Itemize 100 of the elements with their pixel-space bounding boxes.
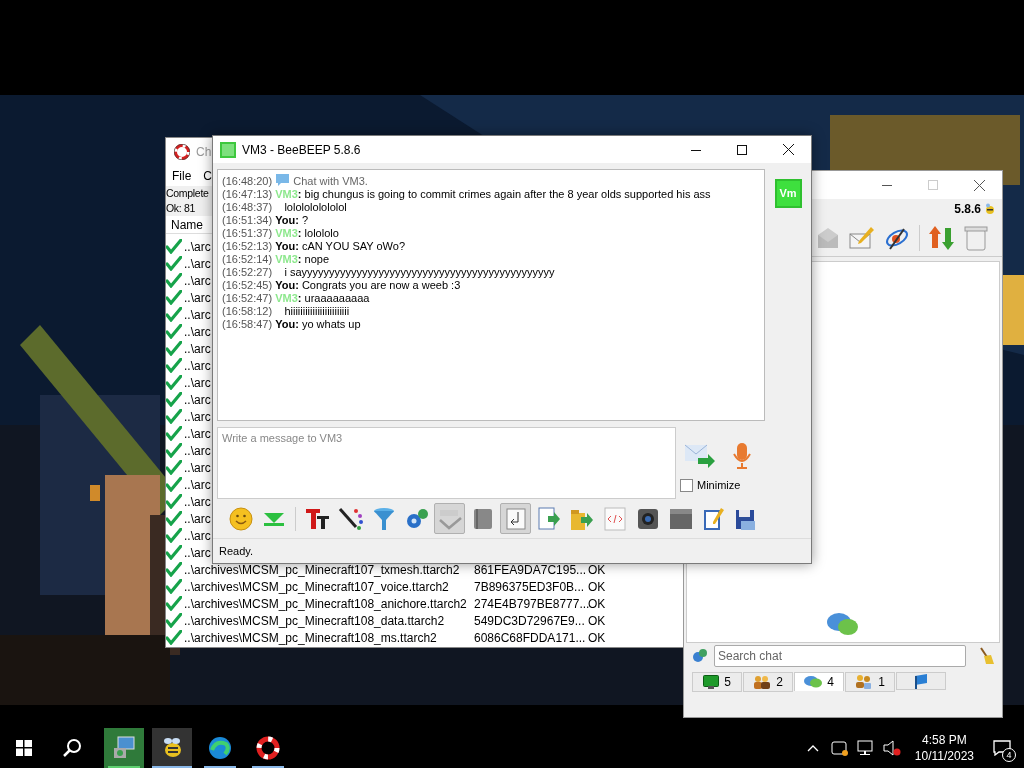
hash-value: 6086C68FDDA171... [474, 630, 586, 645]
file-name: ..\arc [184, 477, 211, 492]
monitor-icon [703, 675, 720, 689]
hash-value: 274E4B797BE8777... [474, 596, 590, 611]
people-icon [753, 675, 772, 689]
file-name: ..\arc [184, 341, 211, 356]
check-icon [166, 562, 182, 577]
check-icon [166, 375, 182, 390]
result-text: OK [588, 561, 606, 579]
result-text: OK [588, 612, 606, 630]
check-icon [166, 290, 182, 305]
check-icon [166, 341, 182, 356]
sync-alert-icon [830, 740, 849, 756]
check-icon [166, 545, 182, 560]
result-text: OK [588, 629, 606, 647]
chat-message: (16:51:34) You: ? [222, 214, 309, 227]
chat-message: (16:52:13) You: cAN YOU SAY oWo? [222, 240, 406, 253]
lifebuoy-icon [256, 736, 280, 760]
chat-message: (16:47:13) VM3: big chungus is going to commit crimes again after the 8 year olds supported his ass [222, 188, 711, 201]
check-icon [166, 307, 182, 322]
clock-date[interactable]: 10/11/2023 [914, 748, 974, 764]
notifications-button[interactable]: 4 [980, 728, 1024, 768]
check-icon [166, 324, 182, 339]
close-icon [973, 179, 985, 191]
microphone-icon [732, 442, 752, 470]
code-document-icon [603, 506, 626, 531]
check-icon [166, 579, 182, 594]
file-name: ..\arc [184, 307, 211, 322]
file-name: ..\archives\MCSM_pc_Minecraft107_voice.ttarch2 [184, 579, 449, 594]
broom-icon [978, 647, 994, 665]
file-name: ..\arc [184, 494, 211, 509]
check-icon [166, 528, 182, 543]
minimize-label: Minimize [697, 478, 741, 493]
font-icon [304, 506, 331, 531]
lifebuoy-icon [174, 144, 190, 160]
pencil-palette-icon [337, 506, 364, 531]
chat-message: (16:52:27) i sayyyyyyyyyyyyyyyyyyyyyyyyyyyyyyyyyyyyyyyyyyyyyy [222, 266, 555, 279]
microphone-button[interactable] [730, 441, 754, 471]
check-icon [166, 630, 182, 645]
check-icon [166, 494, 182, 509]
check-icon [166, 613, 182, 628]
book-icon [472, 507, 493, 530]
hash-value: 7B896375ED3F0B... [474, 579, 585, 594]
check-icon [166, 273, 182, 288]
maximize-icon [737, 144, 747, 155]
check-icon [166, 256, 182, 271]
check-icon [166, 409, 182, 424]
file-name: ..\arc [184, 273, 211, 288]
result-text: OK [588, 595, 606, 613]
chat-message: (16:51:37) VM3: lolololo [222, 227, 339, 240]
column-header[interactable]: Name [171, 215, 203, 234]
message-input[interactable]: Write a message to VM3 [217, 427, 676, 499]
network-icon [856, 740, 875, 756]
menu-item[interactable]: C [203, 167, 212, 185]
hash-value: 549DC3D72967E9... [474, 613, 585, 628]
browser-icon [208, 736, 232, 760]
file-name: ..\archives\MCSM_pc_Minecraft107_txmesh.ttarch2 [184, 562, 460, 577]
search-field[interactable]: Search chat [714, 645, 966, 667]
chat-message: (16:52:47) VM3: uraaaaaaaaa [222, 292, 370, 305]
return-key-icon [505, 507, 526, 530]
check-icon [166, 596, 182, 611]
send-button[interactable] [684, 442, 716, 470]
tab[interactable]: 4 [794, 672, 844, 691]
envelope-icon [816, 226, 840, 249]
file-name: ..\archives\MCSM_pc_Minecraft108_anichore.ttarch2 [184, 596, 467, 611]
check-icon [166, 426, 182, 441]
gears-icon [692, 648, 708, 664]
file-name: ..\arc [184, 426, 211, 441]
notepad-pencil-icon [702, 506, 725, 531]
check-icon [166, 392, 182, 407]
menu-item[interactable]: File [172, 167, 192, 185]
minimize-checkbox[interactable] [680, 478, 693, 492]
bee-icon [984, 203, 996, 215]
arrow-down-icon [262, 510, 285, 527]
summary-text: Ok: 81 [166, 201, 196, 216]
speech-bubble-icon [275, 173, 291, 187]
file-name: ..\archives\MCSM_pc_Minecraft108_ms.ttarch2 [184, 630, 437, 645]
tab[interactable]: 1 [845, 672, 895, 692]
hash-value: 861FEA9DA7C195... [474, 562, 587, 577]
tab[interactable]: 2 [743, 672, 793, 692]
trash-icon [964, 224, 988, 251]
filter-icon [372, 506, 395, 531]
check-icon [166, 443, 182, 458]
clock-time[interactable]: 4:58 PM [922, 732, 967, 748]
chat-message: (16:52:14) VM3: nope [222, 253, 330, 266]
file-name: ..\arc [184, 460, 211, 475]
tab[interactable] [896, 672, 946, 690]
tab[interactable]: 5 [692, 672, 742, 692]
file-name: ..\arc [184, 392, 211, 407]
taskbar-app[interactable] [152, 728, 192, 768]
app-icon [220, 141, 236, 158]
file-name: ..\arc [184, 324, 211, 339]
file-name: ..\arc [184, 290, 211, 305]
summary-text: Complete [166, 186, 209, 201]
file-name: ..\arc [184, 409, 211, 424]
chat-message: (16:48:37) lololololololol [222, 201, 347, 214]
file-name: ..\arc [184, 511, 211, 526]
chat-message: (16:58:12) hiiiiiiiiiiiiiiiiiiiiiiii [222, 305, 350, 318]
file-name: ..\arc [184, 256, 211, 271]
installer-icon [112, 736, 136, 760]
